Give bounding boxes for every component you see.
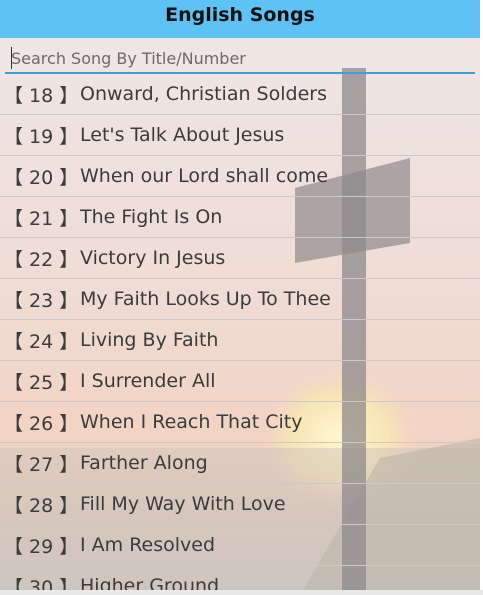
song-row[interactable]: 【 28 】 Fill My Way With Love	[0, 484, 480, 525]
song-list: 【 18 】 Onward, Christian Solders 【 19 】 …	[0, 74, 480, 595]
song-list-area: 【 18 】 Onward, Christian Solders 【 19 】 …	[0, 38, 480, 595]
song-title: Farther Along	[80, 452, 208, 474]
song-number: 【 24 】	[4, 330, 79, 353]
page-title: English Songs	[0, 0, 480, 38]
song-number: 【 26 】	[4, 412, 79, 435]
song-title: Living By Faith	[80, 329, 219, 351]
song-number: 【 18 】	[4, 84, 79, 107]
song-title: The Fight Is On	[80, 206, 223, 228]
song-row[interactable]: 【 22 】 Victory In Jesus	[0, 238, 480, 279]
song-row[interactable]: 【 24 】 Living By Faith	[0, 320, 480, 361]
song-row[interactable]: 【 26 】 When I Reach That City	[0, 402, 480, 443]
song-number: 【 21 】	[4, 207, 79, 230]
song-number: 【 20 】	[4, 166, 79, 189]
song-title: My Faith Looks Up To Thee	[80, 288, 331, 310]
song-row[interactable]: 【 21 】 The Fight Is On	[0, 197, 480, 238]
song-row[interactable]: 【 29 】 I Am Resolved	[0, 525, 480, 566]
song-number: 【 25 】	[4, 371, 79, 394]
song-title: When our Lord shall come	[80, 165, 329, 187]
song-number: 【 28 】	[4, 494, 79, 517]
song-title: Onward, Christian Solders	[80, 83, 327, 105]
app-screen: English Songs Search Song By Title/Numbe…	[0, 0, 483, 595]
song-row[interactable]: 【 27 】 Farther Along	[0, 443, 480, 484]
song-row[interactable]: 【 18 】 Onward, Christian Solders	[0, 74, 480, 115]
song-row[interactable]: 【 25 】 I Surrender All	[0, 361, 480, 402]
song-row[interactable]: 【 19 】 Let's Talk About Jesus	[0, 115, 480, 156]
song-number: 【 22 】	[4, 248, 79, 271]
song-number: 【 23 】	[4, 289, 79, 312]
song-title: Victory In Jesus	[80, 247, 226, 269]
song-title: Let's Talk About Jesus	[80, 124, 285, 146]
song-number: 【 27 】	[4, 453, 79, 476]
search-input[interactable]	[5, 44, 475, 74]
song-title: I Am Resolved	[80, 534, 216, 556]
song-number: 【 29 】	[4, 535, 79, 558]
song-row[interactable]: 【 23 】 My Faith Looks Up To Thee	[0, 279, 480, 320]
song-title: When I Reach That City	[80, 411, 303, 433]
song-number: 【 19 】	[4, 125, 79, 148]
song-title: I Surrender All	[80, 370, 216, 392]
song-row[interactable]: 【 20 】 When our Lord shall come	[0, 156, 480, 197]
song-title: Fill My Way With Love	[80, 493, 286, 515]
text-cursor	[11, 47, 12, 69]
bottom-edge	[0, 590, 483, 595]
